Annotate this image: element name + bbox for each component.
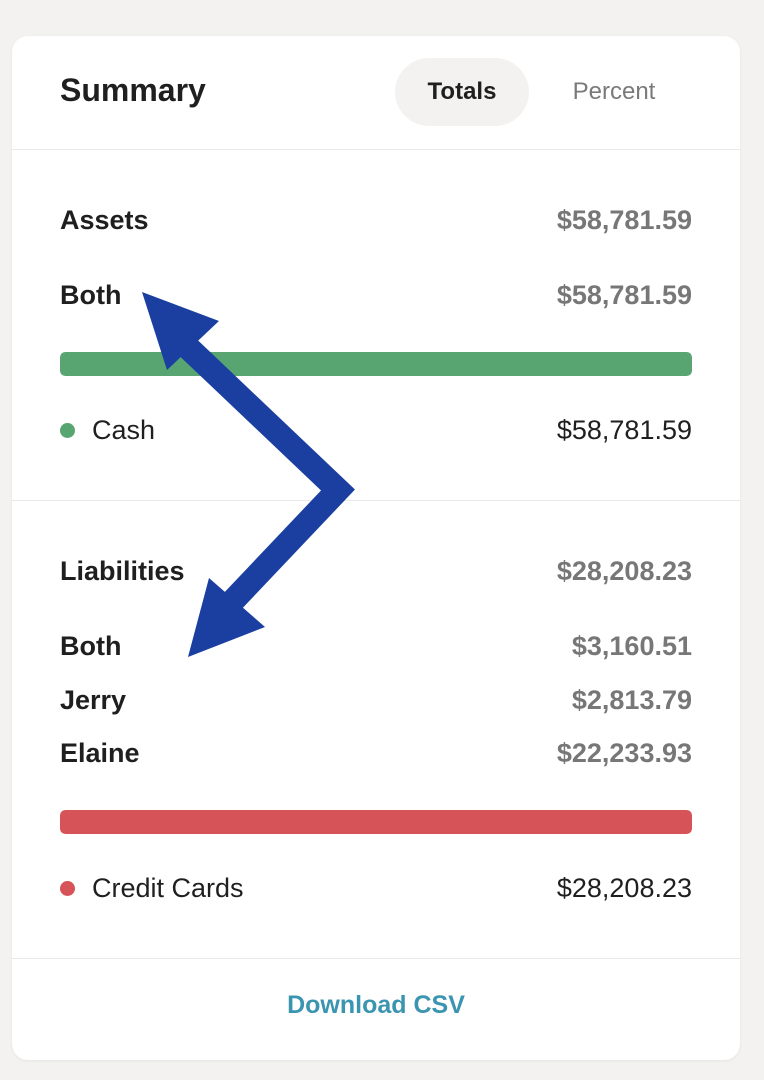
liabilities-owner-row-elaine: Elaine $22,233.93 — [60, 733, 692, 773]
liabilities-owner-label: Elaine — [60, 738, 140, 768]
liabilities-owner-label: Both — [60, 631, 122, 661]
credit-cards-dot-icon — [60, 881, 75, 896]
liabilities-owner-value: $2,813.79 — [571, 685, 692, 715]
assets-total-row: Assets $58,781.59 — [60, 200, 692, 240]
liabilities-owner-row-jerry: Jerry $2,813.79 — [60, 680, 692, 720]
tab-totals[interactable]: Totals — [395, 58, 529, 126]
assets-total-value: $58,781.59 — [556, 205, 692, 235]
summary-card: Summary Totals Percent Assets $58,781.59… — [12, 36, 740, 1060]
assets-owner-row: Both $58,781.59 — [60, 275, 692, 315]
page-title: Summary — [60, 72, 206, 108]
assets-category-label: Cash — [92, 415, 156, 445]
assets-category-row: Cash $58,781.59 — [60, 410, 692, 450]
summary-header: Summary Totals Percent — [12, 36, 740, 150]
assets-owner-label: Both — [60, 280, 122, 310]
liabilities-category-row: Credit Cards $28,208.23 — [60, 868, 692, 908]
liabilities-owner-row-both: Both $3,160.51 — [60, 626, 692, 666]
liabilities-bar-fill — [60, 810, 692, 834]
download-csv-link[interactable]: Download CSV — [12, 991, 740, 1020]
liabilities-total-row: Liabilities $28,208.23 — [60, 551, 692, 591]
liabilities-bar — [60, 810, 692, 834]
assets-bar — [60, 352, 692, 376]
assets-category-value: $58,781.59 — [556, 415, 692, 445]
section-divider — [12, 500, 740, 501]
liabilities-total-value: $28,208.23 — [556, 556, 692, 586]
assets-label: Assets — [60, 205, 149, 235]
footer-divider — [12, 958, 740, 959]
liabilities-owner-value: $22,233.93 — [556, 738, 692, 768]
cash-dot-icon — [60, 423, 75, 438]
liabilities-owner-label: Jerry — [60, 685, 127, 715]
liabilities-category-label: Credit Cards — [92, 873, 244, 903]
assets-bar-fill — [60, 352, 692, 376]
liabilities-label: Liabilities — [60, 556, 185, 586]
assets-owner-value: $58,781.59 — [556, 280, 692, 310]
liabilities-category-value: $28,208.23 — [556, 873, 692, 903]
liabilities-owner-value: $3,160.51 — [571, 631, 692, 661]
tab-percent[interactable]: Percent — [542, 58, 686, 126]
